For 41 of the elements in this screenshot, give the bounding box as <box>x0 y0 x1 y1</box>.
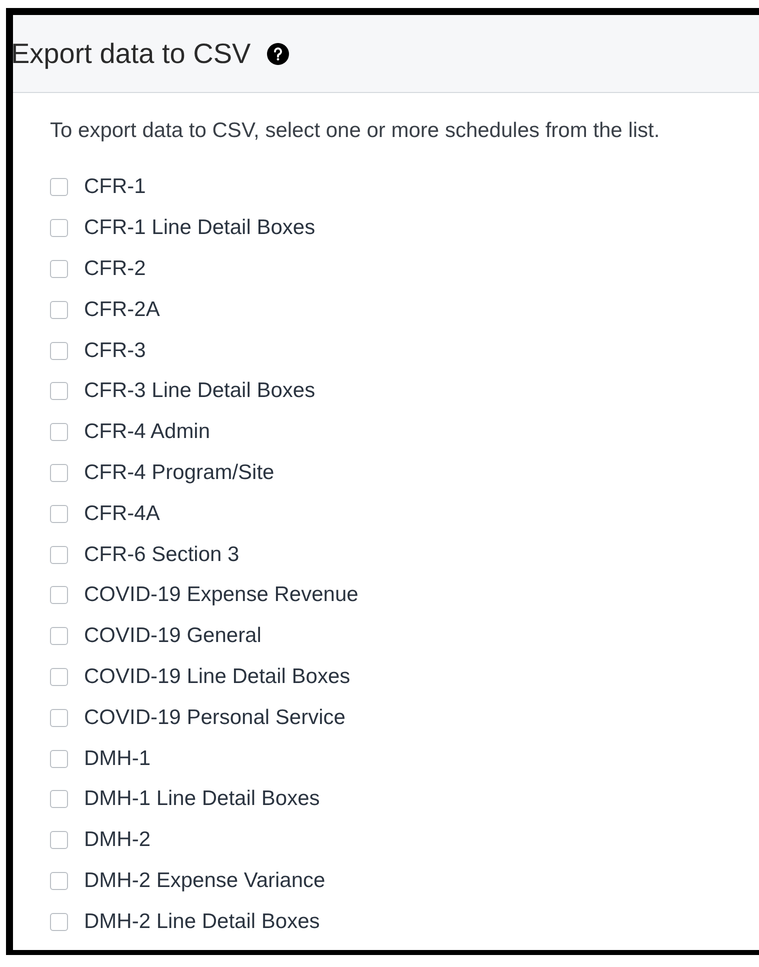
checkbox[interactable] <box>50 831 68 850</box>
checkbox-label: COVID-19 Expense Revenue <box>84 583 358 608</box>
checkbox[interactable] <box>50 382 68 400</box>
checkbox[interactable] <box>50 750 68 768</box>
checkbox[interactable] <box>50 178 68 196</box>
checkbox[interactable] <box>50 872 68 890</box>
checkbox-label: CFR-2 <box>84 256 146 281</box>
checkbox-label: DMH-2 Line Detail Boxes <box>84 910 320 934</box>
checkbox[interactable] <box>50 668 68 686</box>
checkbox-label: CFR-4 Admin <box>84 420 210 444</box>
checkbox-label: DMH-2 Expense Variance <box>84 868 326 893</box>
checkbox[interactable] <box>50 790 68 808</box>
checkbox-label: CFR-1 Line Detail Boxes <box>84 216 316 240</box>
checkbox[interactable] <box>50 342 68 360</box>
instructions-text: To export data to CSV, select one or more schedules from the list. <box>50 119 661 143</box>
checkbox[interactable] <box>50 300 68 319</box>
checkbox[interactable] <box>50 586 68 604</box>
dialog-title: Export data to CSV <box>13 38 251 70</box>
checkbox-label: CFR-1 <box>84 175 146 200</box>
checkbox-label: DMH-2 <box>84 828 150 852</box>
checkbox[interactable] <box>50 219 68 238</box>
checkbox-label: CFR-6 Section 3 <box>84 542 240 567</box>
checkbox[interactable] <box>50 464 68 482</box>
checkbox-label: DMH-1 <box>84 746 150 771</box>
checkbox[interactable] <box>50 504 68 523</box>
checkbox-label: COVID-19 General <box>84 624 262 648</box>
checkbox-label: CFR-2A <box>84 298 160 322</box>
checkbox[interactable] <box>50 546 68 564</box>
checkbox-label: DMH-1 Line Detail Boxes <box>84 787 320 812</box>
checkbox-label: CFR-3 <box>84 338 146 363</box>
checkbox[interactable] <box>50 260 68 278</box>
checkbox[interactable] <box>50 912 68 931</box>
checkbox-label: CFR-3 Line Detail Boxes <box>84 379 316 404</box>
checkbox-label: COVID-19 Line Detail Boxes <box>84 664 350 689</box>
checkbox[interactable] <box>50 708 68 727</box>
help-icon[interactable] <box>266 42 289 64</box>
checkbox-label: CFR-4A <box>84 502 160 526</box>
checkbox-label: CFR-4 Program/Site <box>84 460 274 485</box>
checkbox[interactable] <box>50 423 68 442</box>
checkbox[interactable] <box>50 627 68 646</box>
checkbox-label: COVID-19 Personal Service <box>84 706 346 730</box>
